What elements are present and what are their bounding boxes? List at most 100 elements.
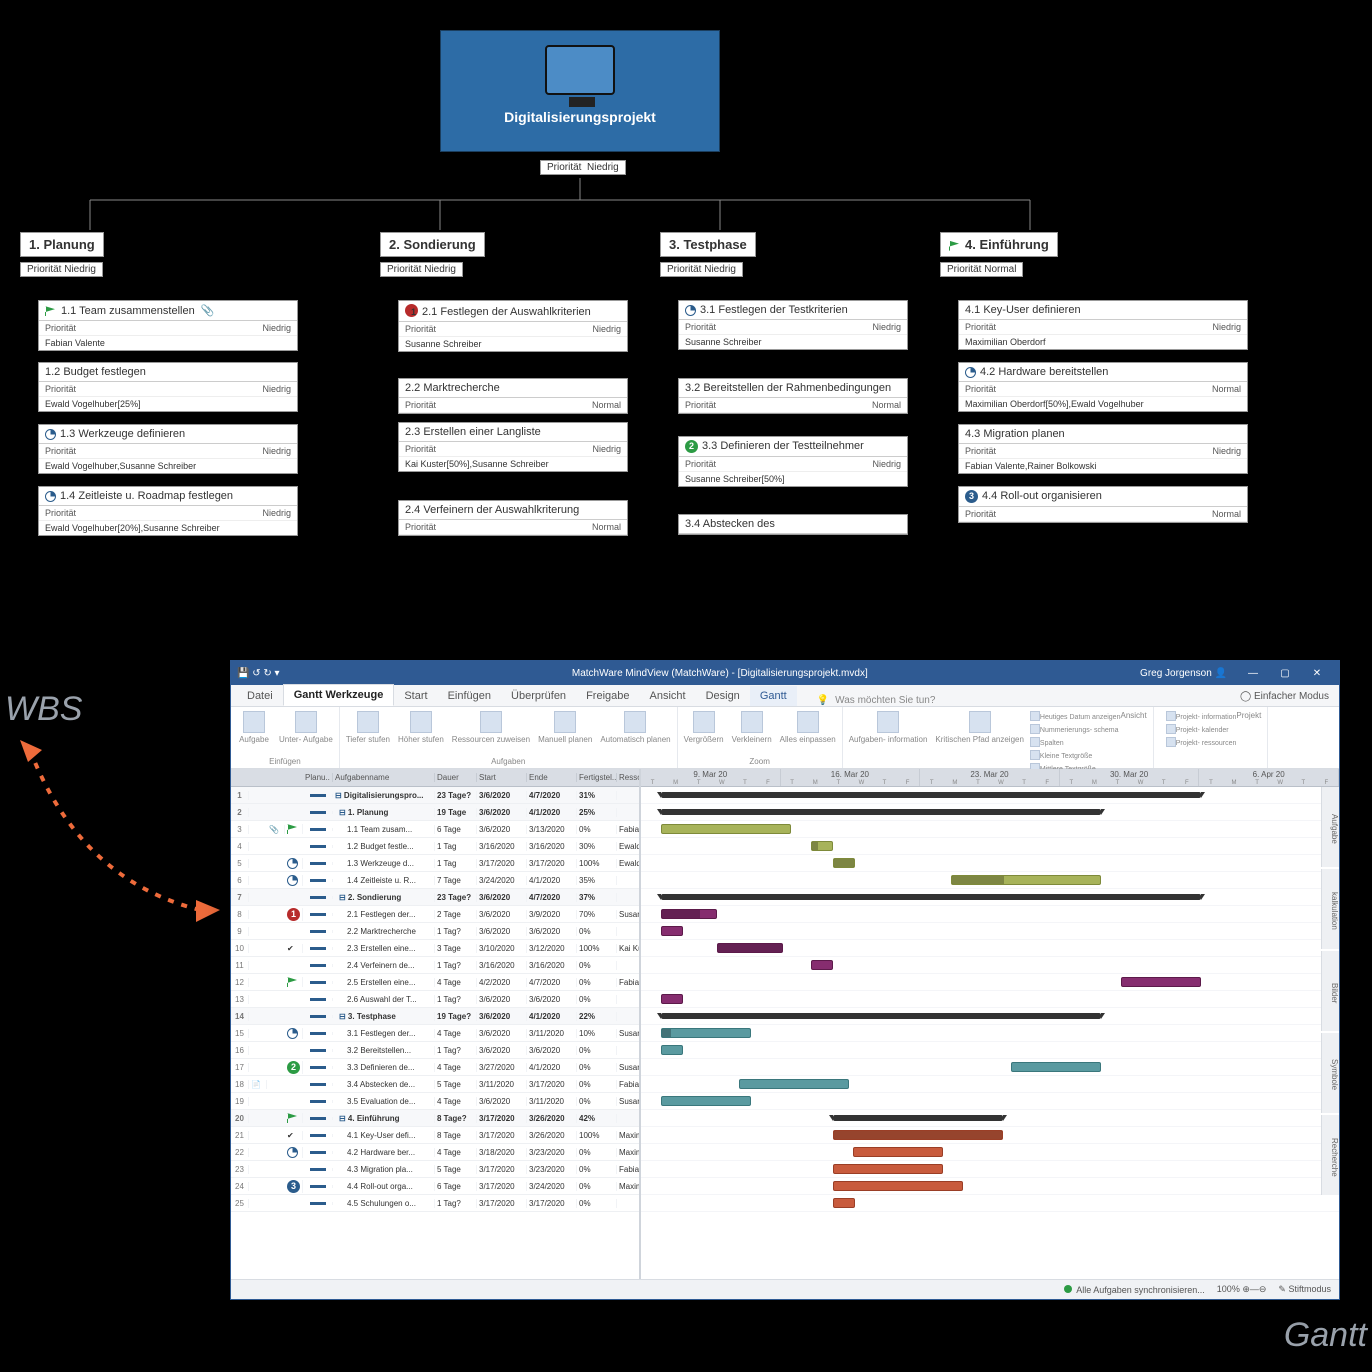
gantt-bar[interactable] (811, 960, 833, 970)
table-row[interactable]: 14⊟ 3. Testphase19 Tage?3/6/20204/1/2020… (231, 1008, 639, 1025)
tell-me[interactable]: 💡Was möchten Sie tun? (797, 695, 1230, 706)
close-button[interactable]: ✕ (1301, 668, 1333, 679)
table-row[interactable]: 153.1 Festlegen der...4 Tage3/6/20203/11… (231, 1025, 639, 1042)
table-row[interactable]: 163.2 Bereitstellen...1 Tag?3/6/20203/6/… (231, 1042, 639, 1059)
wbs-node[interactable]: 1.3 Werkzeuge definierenPrioritätNiedrig… (38, 424, 298, 474)
wbs-node[interactable]: 4.3 Migration planenPrioritätNiedrigFabi… (958, 424, 1248, 474)
ribbon-btn[interactable]: Alles einpassen (780, 711, 836, 744)
gantt-bar[interactable] (661, 994, 683, 1004)
gantt-bar[interactable] (661, 909, 717, 919)
side-tab-aufgabe[interactable]: Aufgabe (1321, 787, 1339, 867)
table-row[interactable]: 1⊟ Digitalisierungspro...23 Tage?3/6/202… (231, 787, 639, 804)
table-row[interactable]: 18📄3.4 Abstecken de...5 Tage3/11/20203/1… (231, 1076, 639, 1093)
wbs-node[interactable]: 34.4 Roll-out organisierenPrioritätNorma… (958, 486, 1248, 523)
branch-2[interactable]: 2. Sondierung (380, 232, 485, 257)
side-tab-symbole[interactable]: Symbole (1321, 1033, 1339, 1113)
ribbon-btn-small[interactable]: Heutiges Datum anzeigen (1030, 711, 1121, 723)
ribbon-btn[interactable]: Ressourcen zuweisen (452, 711, 530, 744)
table-row[interactable]: 92.2 Marktrecherche1 Tag?3/6/20203/6/202… (231, 923, 639, 940)
table-row[interactable]: 1723.3 Definieren de...4 Tage3/27/20204/… (231, 1059, 639, 1076)
gantt-bar[interactable] (833, 858, 855, 868)
table-row[interactable]: 21✔4.1 Key-User defi...8 Tage3/17/20203/… (231, 1127, 639, 1144)
tab-datei[interactable]: Datei (237, 686, 283, 706)
gantt-bar[interactable] (661, 792, 1201, 798)
tab-ansicht[interactable]: Ansicht (639, 686, 695, 706)
gantt-bar[interactable] (717, 943, 783, 953)
wbs-node[interactable]: 1.4 Zeitleiste u. Roadmap festlegenPrior… (38, 486, 298, 536)
wbs-node[interactable]: 12.1 Festlegen der AuswahlkriterienPrior… (398, 300, 628, 352)
gantt-bar[interactable] (661, 1028, 751, 1038)
tab-gantt-context[interactable]: Gantt (750, 686, 797, 706)
table-row[interactable]: 20⊟ 4. Einführung8 Tage?3/17/20203/26/20… (231, 1110, 639, 1127)
maximize-button[interactable]: ▢ (1269, 668, 1301, 679)
wbs-node[interactable]: 4.1 Key-User definierenPrioritätNiedrigM… (958, 300, 1248, 350)
table-row[interactable]: 193.5 Evaluation de...4 Tage3/6/20203/11… (231, 1093, 639, 1110)
tab-gantt-werkzeuge[interactable]: Gantt Werkzeuge (283, 684, 395, 706)
stift-mode[interactable]: ✎ Stiftmodus (1278, 1284, 1331, 1295)
ribbon-btn-small[interactable]: Projekt- ressourcen (1166, 737, 1237, 749)
wbs-node[interactable]: 3.2 Bereitstellen der RahmenbedingungenP… (678, 378, 908, 414)
wbs-node[interactable]: 1.2 Budget festlegenPrioritätNiedrigEwal… (38, 362, 298, 412)
gantt-bar[interactable] (833, 1198, 855, 1208)
side-tab-kalkulation[interactable]: kalkulation (1321, 869, 1339, 949)
ribbon-btn[interactable]: Manuell planen (538, 711, 592, 744)
tab-einfügen[interactable]: Einfügen (438, 686, 501, 706)
ribbon-btn[interactable]: Höher stufen (398, 711, 444, 744)
user-badge[interactable]: Greg Jorgenson 👤 (1140, 668, 1227, 679)
minimize-button[interactable]: — (1237, 668, 1269, 679)
gantt-bar[interactable] (661, 1013, 1101, 1019)
branch-1[interactable]: 1. Planung (20, 232, 104, 257)
quick-access[interactable]: 💾 ↺ ↻ ▾ (237, 668, 280, 679)
ribbon-btn[interactable]: Vergrößern (684, 711, 724, 744)
gantt-bar[interactable] (739, 1079, 849, 1089)
zoom-level[interactable]: 100% ⊕—⊖ (1217, 1284, 1267, 1295)
gantt-bar[interactable] (1121, 977, 1201, 987)
table-row[interactable]: 10✔2.3 Erstellen eine...3 Tage3/10/20203… (231, 940, 639, 957)
table-row[interactable]: 2⊟ 1. Planung19 Tage3/6/20204/1/202025% (231, 804, 639, 821)
gantt-bar[interactable] (811, 841, 833, 851)
wbs-node[interactable]: 2.4 Verfeinern der AuswahlkriterungPrior… (398, 500, 628, 536)
gantt-bar[interactable] (833, 1164, 943, 1174)
gantt-chart[interactable]: 9. Mar 20TMTWTF16. Mar 20TMTWTF23. Mar 2… (641, 769, 1339, 1279)
wbs-node[interactable]: 3.4 Abstecken des (678, 514, 908, 535)
wbs-node[interactable]: 1.1 Team zusammenstellen📎PrioritätNiedri… (38, 300, 298, 351)
table-row[interactable]: 61.4 Zeitleiste u. R...7 Tage3/24/20204/… (231, 872, 639, 889)
gantt-bar[interactable] (661, 824, 791, 834)
ribbon-btn[interactable]: Kritischen Pfad anzeigen (935, 711, 1024, 766)
ribbon-btn-small[interactable]: Nummerierungs- schema (1030, 724, 1121, 736)
wbs-node[interactable]: 2.2 MarktrecherchePrioritätNormal (398, 378, 628, 414)
ribbon-btn-small[interactable]: Projekt- information (1166, 711, 1237, 723)
table-row[interactable]: 51.3 Werkzeuge d...1 Tag3/17/20203/17/20… (231, 855, 639, 872)
table-row[interactable]: 41.2 Budget festle...1 Tag3/16/20203/16/… (231, 838, 639, 855)
table-row[interactable]: 112.4 Verfeinern de...1 Tag?3/16/20203/1… (231, 957, 639, 974)
side-tab-recherche[interactable]: Recherche (1321, 1115, 1339, 1195)
table-row[interactable]: 2434.4 Roll-out orga...6 Tage3/17/20203/… (231, 1178, 639, 1195)
window-controls[interactable]: — ▢ ✕ (1237, 668, 1333, 679)
ribbon-btn[interactable]: Aufgabe (237, 711, 271, 744)
gantt-bar[interactable] (1011, 1062, 1101, 1072)
tab-freigabe[interactable]: Freigabe (576, 686, 639, 706)
table-row[interactable]: 234.3 Migration pla...5 Tage3/17/20203/2… (231, 1161, 639, 1178)
table-row[interactable]: 132.6 Auswahl der T...1 Tag?3/6/20203/6/… (231, 991, 639, 1008)
branch-4[interactable]: 4. Einführung (940, 232, 1058, 257)
table-row[interactable]: 122.5 Erstellen eine...4 Tage4/2/20204/7… (231, 974, 639, 991)
task-grid[interactable]: Planu..AufgabennameDauerStartEndeFertigs… (231, 769, 641, 1279)
wbs-node[interactable]: 2.3 Erstellen einer LanglistePrioritätNi… (398, 422, 628, 472)
tab-start[interactable]: Start (394, 686, 437, 706)
branch-3[interactable]: 3. Testphase (660, 232, 756, 257)
table-row[interactable]: 254.5 Schulungen o...1 Tag?3/17/20203/17… (231, 1195, 639, 1212)
gantt-bar[interactable] (951, 875, 1101, 885)
table-row[interactable]: 7⊟ 2. Sondierung23 Tage?3/6/20204/7/2020… (231, 889, 639, 906)
ribbon-btn[interactable]: Aufgaben- information (849, 711, 928, 766)
ribbon-btn-small[interactable]: Projekt- kalender (1166, 724, 1237, 736)
ribbon-btn[interactable]: Verkleinern (732, 711, 772, 744)
gantt-bar[interactable] (833, 1181, 963, 1191)
gantt-bar[interactable] (661, 1096, 751, 1106)
wbs-node[interactable]: 4.2 Hardware bereitstellenPrioritätNorma… (958, 362, 1248, 412)
simple-mode-toggle[interactable]: ◯ Einfacher Modus (1230, 687, 1339, 706)
tab-design[interactable]: Design (696, 686, 750, 706)
wbs-node[interactable]: 3.1 Festlegen der TestkriterienPriorität… (678, 300, 908, 350)
tab-überprüfen[interactable]: Überprüfen (501, 686, 576, 706)
table-row[interactable]: 3📎1.1 Team zusam...6 Tage3/6/20203/13/20… (231, 821, 639, 838)
gantt-bar[interactable] (661, 809, 1101, 815)
